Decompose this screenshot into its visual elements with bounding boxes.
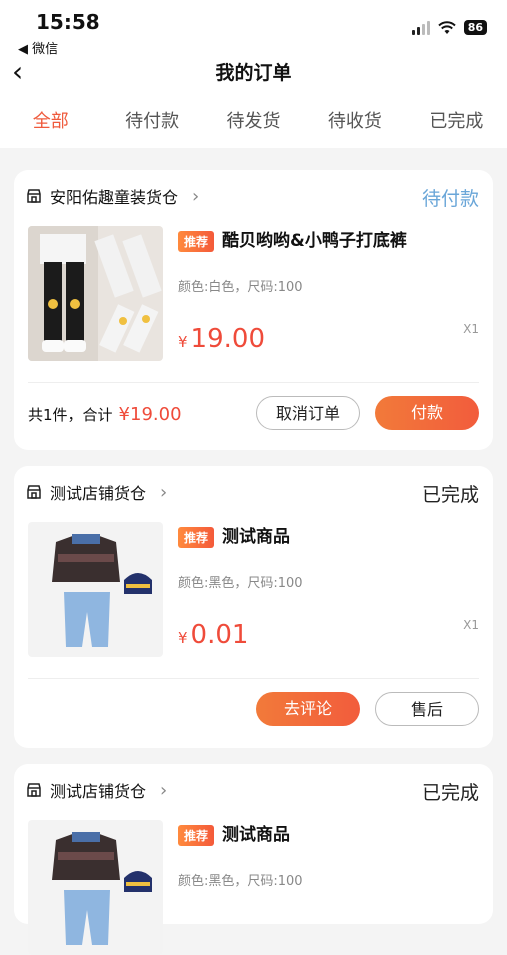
product-image[interactable] xyxy=(28,522,163,657)
status-bar: 15:58 ◀ 微信 86 xyxy=(0,0,507,57)
price-value: 19.00 xyxy=(190,324,265,354)
page-title: 我的订单 xyxy=(215,62,292,84)
battery-icon: 86 xyxy=(463,20,487,35)
signal-icon xyxy=(411,20,430,35)
store-link[interactable]: 安阳佑趣童装货仓 › xyxy=(26,184,199,208)
store-link[interactable]: 测试店铺货仓 › xyxy=(26,480,167,504)
order-status: 待付款 xyxy=(421,188,479,210)
currency-symbol: ¥ xyxy=(178,629,188,647)
status-icons: 86 xyxy=(411,20,487,35)
status-time: 15:58 xyxy=(36,10,100,34)
product-price: ¥0.01 xyxy=(178,620,248,650)
order-tabs: 全部 待付款 待发货 待收货 已完成 xyxy=(0,96,507,148)
product-price: ¥19.00 xyxy=(178,324,265,354)
cancel-order-button[interactable]: 取消订单 xyxy=(256,396,360,430)
product-name[interactable]: 推荐 酷贝哟哟&小鸭子打底裤 xyxy=(178,226,407,252)
nav-bar: ‹ 我的订单 xyxy=(0,56,507,96)
store-name: 测试店铺货仓 xyxy=(50,782,147,801)
review-button[interactable]: 去评论 xyxy=(256,692,360,726)
chevron-right-icon: › xyxy=(192,185,200,207)
currency-symbol: ¥ xyxy=(178,333,188,351)
chevron-right-icon: › xyxy=(160,481,168,503)
product-spec: 颜色:白色，尺码:100 xyxy=(178,280,303,295)
product-name[interactable]: 推荐 测试商品 xyxy=(178,522,290,548)
order-card[interactable]: 测试店铺货仓 › 已完成 推荐 测试商品 颜色:黑色，尺码:100 ¥0.01 X… xyxy=(14,466,493,748)
store-name: 测试店铺货仓 xyxy=(50,484,147,503)
product-title: 测试商品 xyxy=(222,527,291,547)
recommend-badge: 推荐 xyxy=(178,230,215,252)
store-link[interactable]: 测试店铺货仓 › xyxy=(26,778,167,802)
order-status: 已完成 xyxy=(421,782,479,804)
store-name: 安阳佑趣童装货仓 xyxy=(50,188,179,207)
order-total: 共1件，合计 ¥19.00 xyxy=(28,404,182,425)
product-name[interactable]: 推荐 测试商品 xyxy=(178,820,290,846)
product-image[interactable] xyxy=(28,226,163,361)
product-qty: X1 xyxy=(463,618,479,632)
product-title: 酷贝哟哟&小鸭子打底裤 xyxy=(222,231,407,251)
tab-completed[interactable]: 已完成 xyxy=(406,96,507,148)
wifi-icon xyxy=(437,20,456,34)
product-title: 测试商品 xyxy=(222,825,291,845)
tab-pending-shipment[interactable]: 待发货 xyxy=(203,96,304,148)
divider xyxy=(28,678,479,679)
total-label: 共1件，合计 xyxy=(28,406,113,424)
product-qty: X1 xyxy=(463,322,479,336)
order-card[interactable]: 安阳佑趣童装货仓 › 待付款 推荐 酷贝哟哟&小鸭子打底裤 颜色:白色，尺码:10… xyxy=(14,170,493,450)
tab-pending-payment[interactable]: 待付款 xyxy=(101,96,202,148)
store-icon xyxy=(27,189,41,203)
store-icon xyxy=(27,783,41,797)
store-icon xyxy=(27,485,41,499)
divider xyxy=(28,382,479,383)
price-value: 0.01 xyxy=(190,620,249,650)
order-card[interactable]: 测试店铺货仓 › 已完成 推荐 测试商品 颜色:黑色，尺码:100 xyxy=(14,764,493,955)
recommend-badge: 推荐 xyxy=(178,526,215,548)
pay-button[interactable]: 付款 xyxy=(375,396,479,430)
back-to-wechat-link[interactable]: ◀ 微信 xyxy=(18,38,58,57)
total-amount: ¥19.00 xyxy=(118,404,182,425)
recommend-badge: 推荐 xyxy=(178,824,215,846)
tab-pending-receipt[interactable]: 待收货 xyxy=(304,96,405,148)
tab-all[interactable]: 全部 xyxy=(0,96,101,148)
order-status: 已完成 xyxy=(421,484,479,506)
chevron-right-icon: › xyxy=(160,779,168,801)
product-spec: 颜色:黑色，尺码:100 xyxy=(178,874,303,889)
product-image[interactable] xyxy=(28,820,163,955)
after-sales-button[interactable]: 售后 xyxy=(375,692,479,726)
product-spec: 颜色:黑色，尺码:100 xyxy=(178,576,303,591)
